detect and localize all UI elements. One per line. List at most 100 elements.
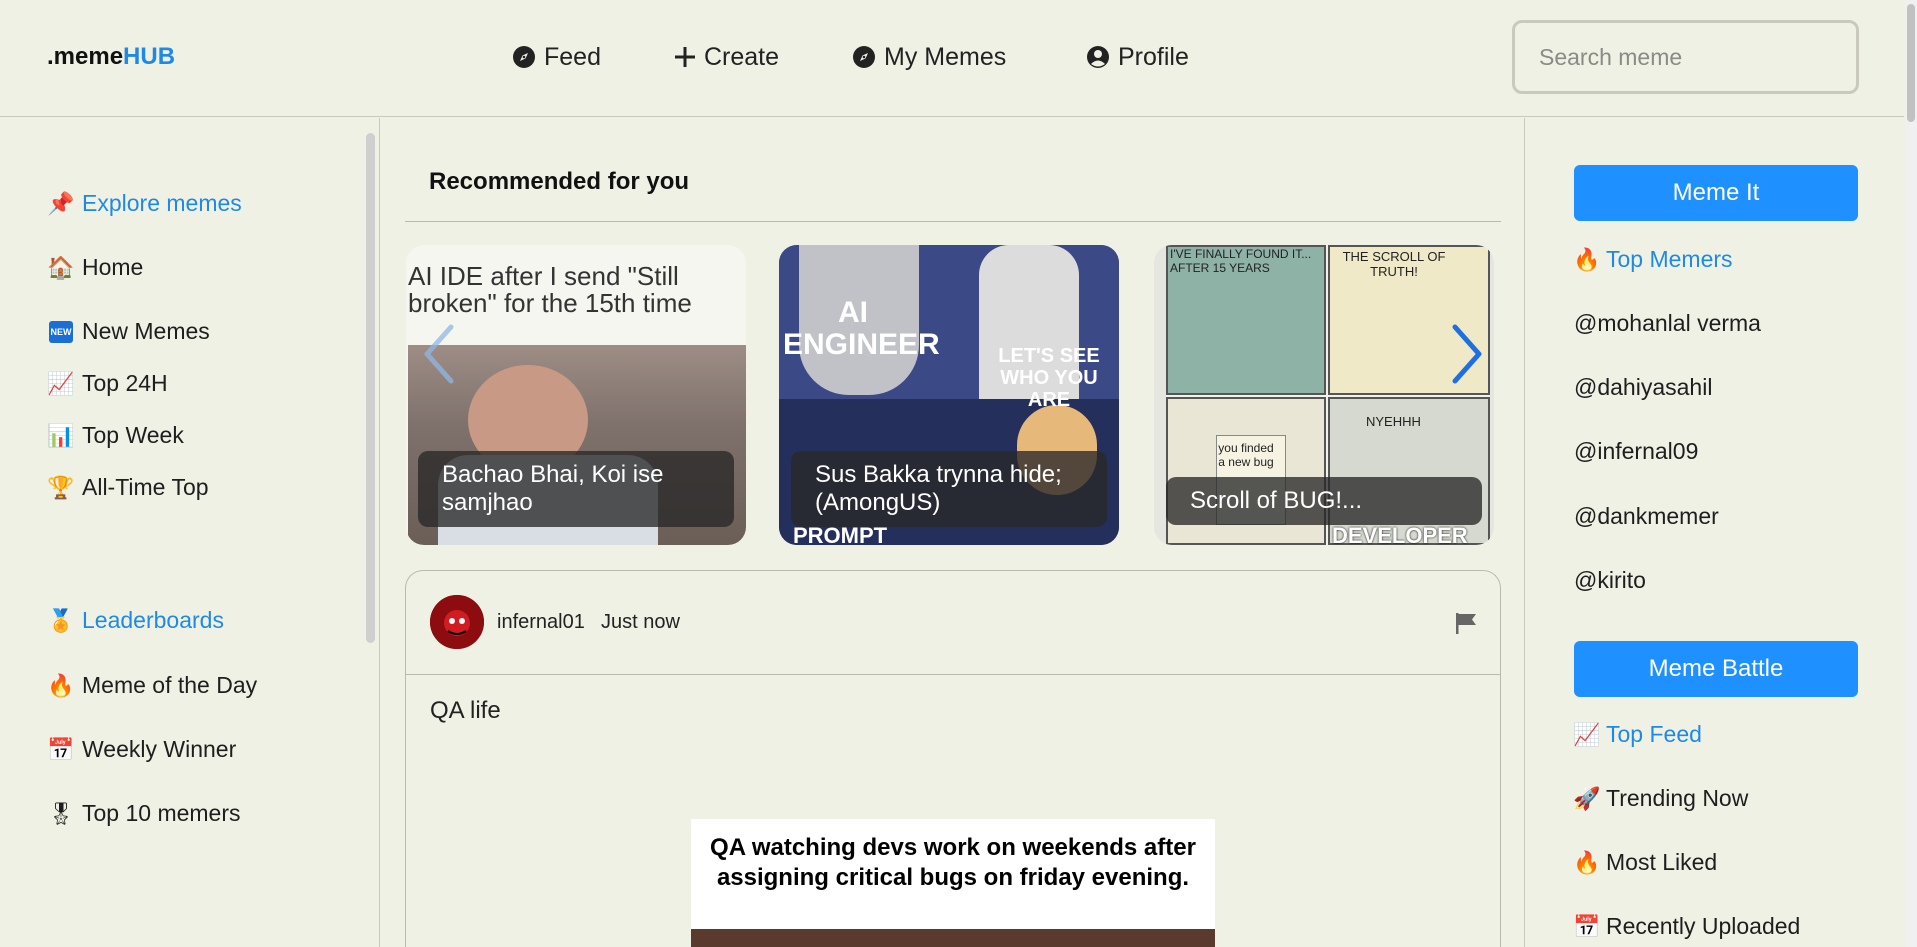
top-navbar: .memeHUB Feed Create My Memes Profile <box>0 0 1904 117</box>
site-logo[interactable]: .memeHUB <box>47 43 175 71</box>
sidebar-explore-memes[interactable]: 📌 Explore memes <box>47 190 242 217</box>
recommended-card[interactable]: AI ENGINEER LET'S SEE WHO YOU ARE PROMPT… <box>779 245 1119 545</box>
carousel-next-button[interactable] <box>1449 323 1485 385</box>
post-time: Just now <box>601 611 680 633</box>
memer-link[interactable]: @infernal09 <box>1574 438 1698 465</box>
meme-it-button[interactable]: Meme It <box>1574 165 1858 221</box>
logo-suffix: HUB <box>123 43 176 70</box>
house-icon: 🏠 <box>47 254 75 280</box>
memer-link[interactable]: @mohanlal verma <box>1574 310 1761 337</box>
top-feed-heading[interactable]: 📈 Top Feed <box>1573 721 1702 748</box>
sidebar-explore-label: Explore memes <box>82 190 242 216</box>
calendar-icon: 📅 <box>1573 913 1601 939</box>
card-image-text: PROMPT <box>793 523 888 546</box>
sidebar-item-weekly-winner[interactable]: 📅 Weekly Winner <box>47 736 237 763</box>
card-image-text: THE SCROLL OF TRUTH! <box>1342 249 1446 279</box>
sidebar-item-label: Meme of the Day <box>82 672 258 698</box>
search-input[interactable] <box>1512 20 1859 94</box>
avatar-image <box>430 595 484 649</box>
meme-battle-button[interactable]: Meme Battle <box>1574 641 1858 697</box>
post-header: infernal01 Just now <box>406 571 1500 675</box>
fire-icon: 🔥 <box>47 672 75 698</box>
sidebar-item-label: New Memes <box>82 318 210 344</box>
sidebar-item-new-memes[interactable]: NEW New Memes <box>48 318 210 345</box>
plus-icon <box>675 47 695 67</box>
divider <box>405 221 1501 222</box>
post-author[interactable]: infernal01 <box>497 611 585 634</box>
pushpin-icon: 📌 <box>47 190 75 216</box>
chart-increasing-icon: 📈 <box>47 370 75 396</box>
sidebar-leaderboards-label: Leaderboards <box>82 607 224 633</box>
bar-chart-icon: 📊 <box>47 422 75 448</box>
card-image-text: DEVELOPER <box>1332 523 1468 546</box>
sidebar-item-home[interactable]: 🏠 Home <box>47 254 144 281</box>
card-image-text: I'VE FINALLY FOUND IT... AFTER 15 YEARS <box>1170 247 1312 275</box>
card-caption: Bachao Bhai, Koi ise samjhao <box>418 451 734 527</box>
medal-icon: 🏅 <box>47 607 75 633</box>
top-memers-heading[interactable]: 🔥 Top Memers <box>1573 246 1733 273</box>
compass-icon <box>853 46 875 68</box>
left-sidebar: 📌 Explore memes 🏠 Home NEW New Memes 📈 T… <box>0 118 380 947</box>
sidebar-item-label: Top 10 memers <box>82 800 241 826</box>
sidebar-leaderboards[interactable]: 🏅 Leaderboards <box>47 607 224 634</box>
sidebar-item-top-10-memers[interactable]: 🎖 Top 10 memers <box>47 800 241 827</box>
sidebar-scrollbar[interactable] <box>366 133 375 643</box>
sidebar-item-label: Home <box>82 254 144 280</box>
fire-icon: 🔥 <box>1573 849 1601 875</box>
card-caption: Sus Bakka trynna hide; (AmongUS) <box>791 451 1107 527</box>
sidebar-item-top-week[interactable]: 📊 Top Week <box>47 422 184 449</box>
nav-my-memes-label: My Memes <box>884 42 1007 71</box>
card-image-text: LET'S SEE WHO YOU ARE <box>998 345 1100 411</box>
rocket-icon: 🚀 <box>1573 785 1601 811</box>
recommended-card[interactable]: I'VE FINALLY FOUND IT... AFTER 15 YEARS … <box>1154 245 1494 545</box>
nav-profile-label: Profile <box>1118 42 1189 71</box>
nav-feed-label: Feed <box>544 42 601 71</box>
avatar[interactable] <box>430 595 484 649</box>
trophy-icon: 🏆 <box>47 474 75 500</box>
memer-link[interactable]: @dahiyasahil <box>1574 374 1712 401</box>
sidebar-item-all-time-top[interactable]: 🏆 All-Time Top <box>47 474 209 501</box>
new-badge-icon: NEW <box>48 319 74 345</box>
post-image-caption: QA watching devs work on weekends after … <box>710 834 1196 891</box>
calendar-icon: 📅 <box>47 736 75 762</box>
nav-feed[interactable]: Feed <box>512 40 601 74</box>
sidebar-item-label: Weekly Winner <box>82 736 237 762</box>
nav-my-memes[interactable]: My Memes <box>852 40 1006 74</box>
recommended-title: Recommended for you <box>429 168 690 195</box>
main-feed: Recommended for you AI IDE after I send … <box>381 118 1524 947</box>
recommended-card[interactable]: AI IDE after I send "Still broken" for t… <box>406 245 746 545</box>
flag-icon[interactable] <box>1454 611 1478 635</box>
memer-link[interactable]: @kirito <box>1574 567 1646 594</box>
carousel-prev-button[interactable] <box>421 323 457 385</box>
medal-icon: 🎖 <box>47 800 75 826</box>
top-memers-label: Top Memers <box>1606 246 1733 272</box>
fire-icon: 🔥 <box>1573 246 1601 272</box>
sidebar-item-top-24h[interactable]: 📈 Top 24H <box>47 370 167 397</box>
user-circle-icon <box>1087 46 1109 68</box>
page-scrollbar[interactable] <box>1905 0 1917 947</box>
feed-item-label: Trending Now <box>1606 785 1749 811</box>
chart-increasing-icon: 📈 <box>1573 721 1601 747</box>
card-image-text: you finded a new bug <box>1218 441 1274 469</box>
right-sidebar: Meme It 🔥 Top Memers @mohanlal verma @da… <box>1524 118 1904 947</box>
feed-item-label: Recently Uploaded <box>1606 913 1801 939</box>
feed-item-recently-uploaded[interactable]: 📅 Recently Uploaded <box>1573 913 1801 940</box>
feed-item-most-liked[interactable]: 🔥 Most Liked <box>1573 849 1717 876</box>
compass-icon <box>513 46 535 68</box>
nav-create-label: Create <box>704 42 780 71</box>
post-image-photo <box>691 929 1215 947</box>
sidebar-item-meme-of-the-day[interactable]: 🔥 Meme of the Day <box>47 672 258 699</box>
page-scrollbar-thumb[interactable] <box>1907 4 1915 122</box>
nav-create[interactable]: Create <box>674 40 779 74</box>
post-card: infernal01 Just now QA life QA watching … <box>405 570 1501 947</box>
post-image[interactable]: QA watching devs work on weekends after … <box>691 819 1215 947</box>
top-feed-label: Top Feed <box>1606 721 1702 747</box>
post-text: QA life <box>430 697 501 724</box>
feed-item-trending-now[interactable]: 🚀 Trending Now <box>1573 785 1749 812</box>
sidebar-item-label: All-Time Top <box>82 474 209 500</box>
card-caption: Scroll of BUG!... <box>1166 477 1482 525</box>
card-image-text: NYEHHH <box>1366 414 1421 429</box>
nav-profile[interactable]: Profile <box>1086 40 1189 74</box>
memer-link[interactable]: @dankmemer <box>1574 503 1719 530</box>
logo-prefix: .meme <box>47 43 124 70</box>
